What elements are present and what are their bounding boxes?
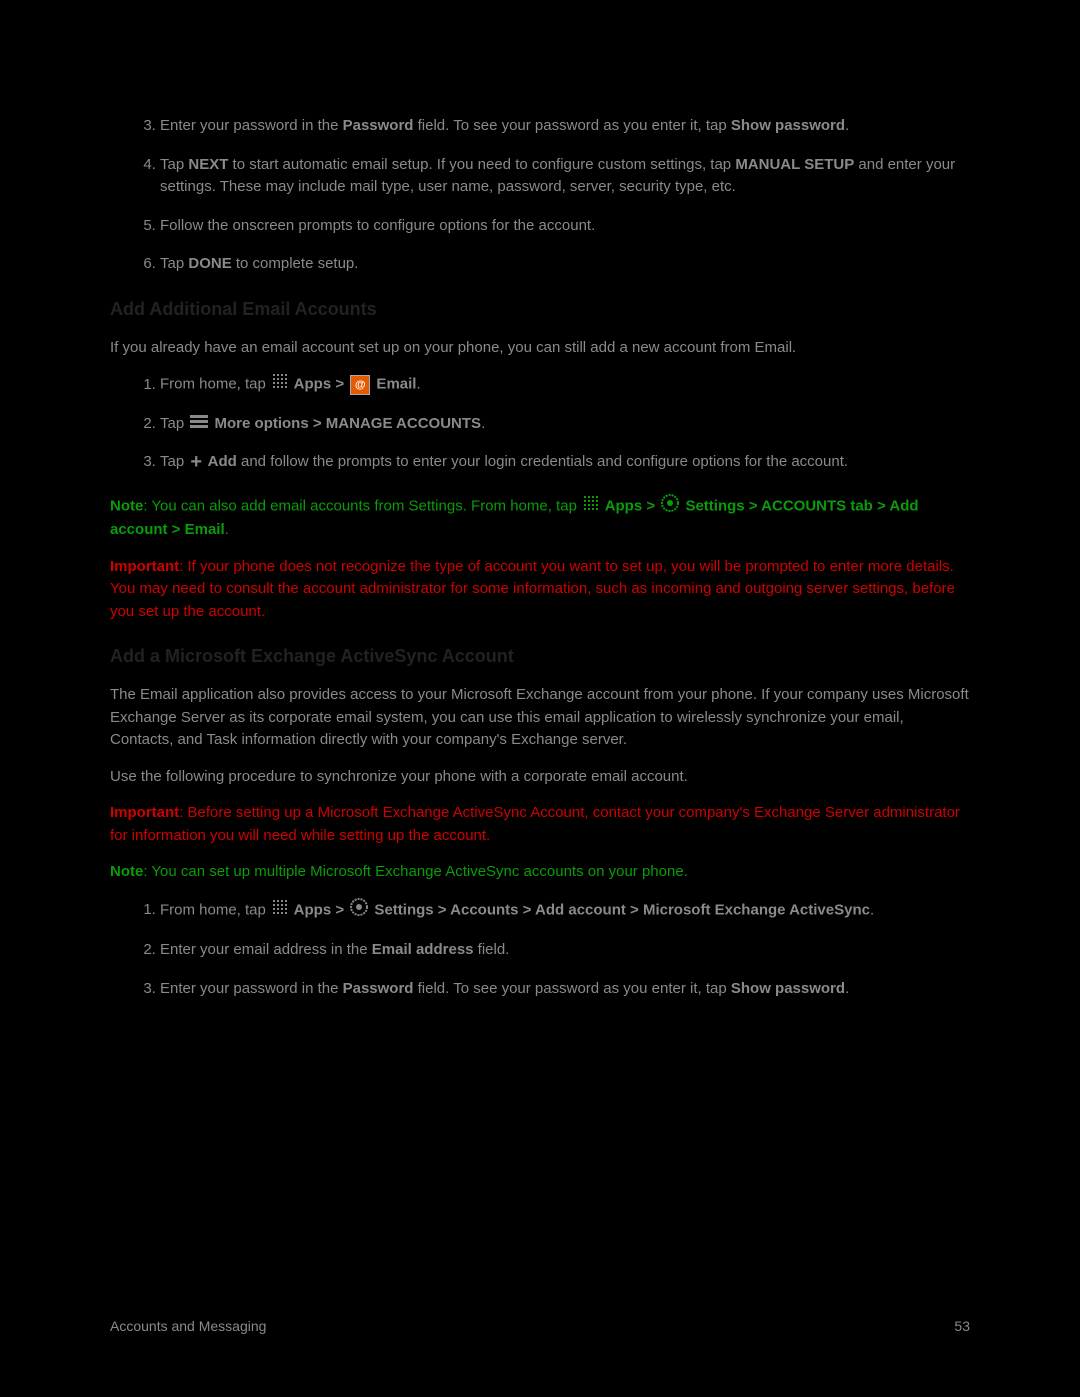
text: . <box>870 901 874 918</box>
paragraph: The Email application also provides acce… <box>110 684 970 752</box>
text: to complete setup. <box>232 255 359 272</box>
text: : Before setting up a Microsoft Exchange… <box>110 804 960 844</box>
text-bold: Password <box>343 980 414 997</box>
list-item: Tap + Add and follow the prompts to ente… <box>160 451 970 474</box>
important-block: Important: If your phone does not recogn… <box>110 556 970 624</box>
note-label: Note <box>110 497 143 514</box>
text: Tap <box>160 156 188 173</box>
list-item: Follow the onscreen prompts to configure… <box>160 215 970 238</box>
text-bold: Show password <box>731 980 845 997</box>
page: Enter your password in the Password fiel… <box>0 0 1080 1397</box>
note-block: Note: You can set up multiple Microsoft … <box>110 861 970 884</box>
text: . <box>416 376 420 393</box>
content-body: Enter your password in the Password fiel… <box>110 115 970 1000</box>
important-label: Important <box>110 558 179 575</box>
text-bold: Apps > <box>290 376 348 393</box>
text: Tap <box>160 453 188 470</box>
add-account-steps: From home, tap Apps > @ Email. Tap More … <box>110 373 970 474</box>
text-bold: Show password <box>731 117 845 134</box>
important-block: Important: Before setting up a Microsoft… <box>110 802 970 847</box>
text: Tap <box>160 415 188 432</box>
list-item: Enter your email address in the Email ad… <box>160 939 970 962</box>
apps-grid-icon <box>583 495 599 519</box>
text-bold: Settings > Accounts > Add account > Micr… <box>370 901 870 918</box>
note-label: Note <box>110 863 143 880</box>
text: : You can also add email accounts from S… <box>143 497 581 514</box>
page-number: 53 <box>954 1316 970 1337</box>
text: Enter your password in the <box>160 117 343 134</box>
text-bold: Add <box>204 453 237 470</box>
page-footer: Accounts and Messaging 53 <box>110 1316 970 1337</box>
text-bold: Email address <box>372 941 474 958</box>
text: Follow the onscreen prompts to configure… <box>160 217 595 234</box>
text: From home, tap <box>160 376 270 393</box>
text-bold: MANUAL SETUP <box>735 156 854 173</box>
text-bold: Apps > <box>601 497 659 514</box>
text: . <box>845 117 849 134</box>
footer-section-title: Accounts and Messaging <box>110 1316 266 1337</box>
list-item: Tap NEXT to start automatic email setup.… <box>160 154 970 199</box>
heading-exchange: Add a Microsoft Exchange ActiveSync Acco… <box>110 643 970 670</box>
text: . <box>481 415 485 432</box>
apps-grid-icon <box>272 373 288 397</box>
list-item: Enter your password in the Password fiel… <box>160 978 970 1001</box>
text-bold: NEXT <box>188 156 228 173</box>
text-bold: Email <box>372 376 416 393</box>
text-bold: Apps > <box>290 901 348 918</box>
text: field. To see your password as you enter… <box>413 117 730 134</box>
list-item: Tap DONE to complete setup. <box>160 253 970 276</box>
text: Enter your password in the <box>160 980 343 997</box>
more-options-icon <box>190 413 208 436</box>
note-block: Note: You can also add email accounts fr… <box>110 494 970 542</box>
list-item: Enter your password in the Password fiel… <box>160 115 970 138</box>
text: . <box>845 980 849 997</box>
paragraph: If you already have an email account set… <box>110 337 970 360</box>
text: Tap <box>160 255 188 272</box>
plus-icon: + <box>190 452 202 472</box>
text: field. To see your password as you enter… <box>413 980 730 997</box>
text: Enter your email address in the <box>160 941 372 958</box>
text: to start automatic email setup. If you n… <box>228 156 735 173</box>
text-bold: More options > MANAGE ACCOUNTS <box>210 415 481 432</box>
text: : You can set up multiple Microsoft Exch… <box>143 863 688 880</box>
text: and follow the prompts to enter your log… <box>237 453 848 470</box>
settings-gear-icon <box>350 898 368 924</box>
setup-steps-continued: Enter your password in the Password fiel… <box>110 115 970 276</box>
text: . <box>225 521 229 538</box>
list-item: From home, tap Apps > Settings > Account… <box>160 898 970 924</box>
text: From home, tap <box>160 901 270 918</box>
list-item: From home, tap Apps > @ Email. <box>160 373 970 397</box>
text: : If your phone does not recognize the t… <box>110 558 955 620</box>
text-bold: DONE <box>188 255 231 272</box>
exchange-steps: From home, tap Apps > Settings > Account… <box>110 898 970 1001</box>
text-bold: Password <box>343 117 414 134</box>
apps-grid-icon <box>272 899 288 923</box>
email-app-icon: @ <box>350 375 370 395</box>
important-label: Important <box>110 804 179 821</box>
list-item: Tap More options > MANAGE ACCOUNTS. <box>160 413 970 436</box>
settings-gear-icon <box>661 494 679 520</box>
paragraph: Use the following procedure to synchroni… <box>110 766 970 789</box>
heading-add-additional: Add Additional Email Accounts <box>110 296 970 323</box>
text: field. <box>474 941 510 958</box>
